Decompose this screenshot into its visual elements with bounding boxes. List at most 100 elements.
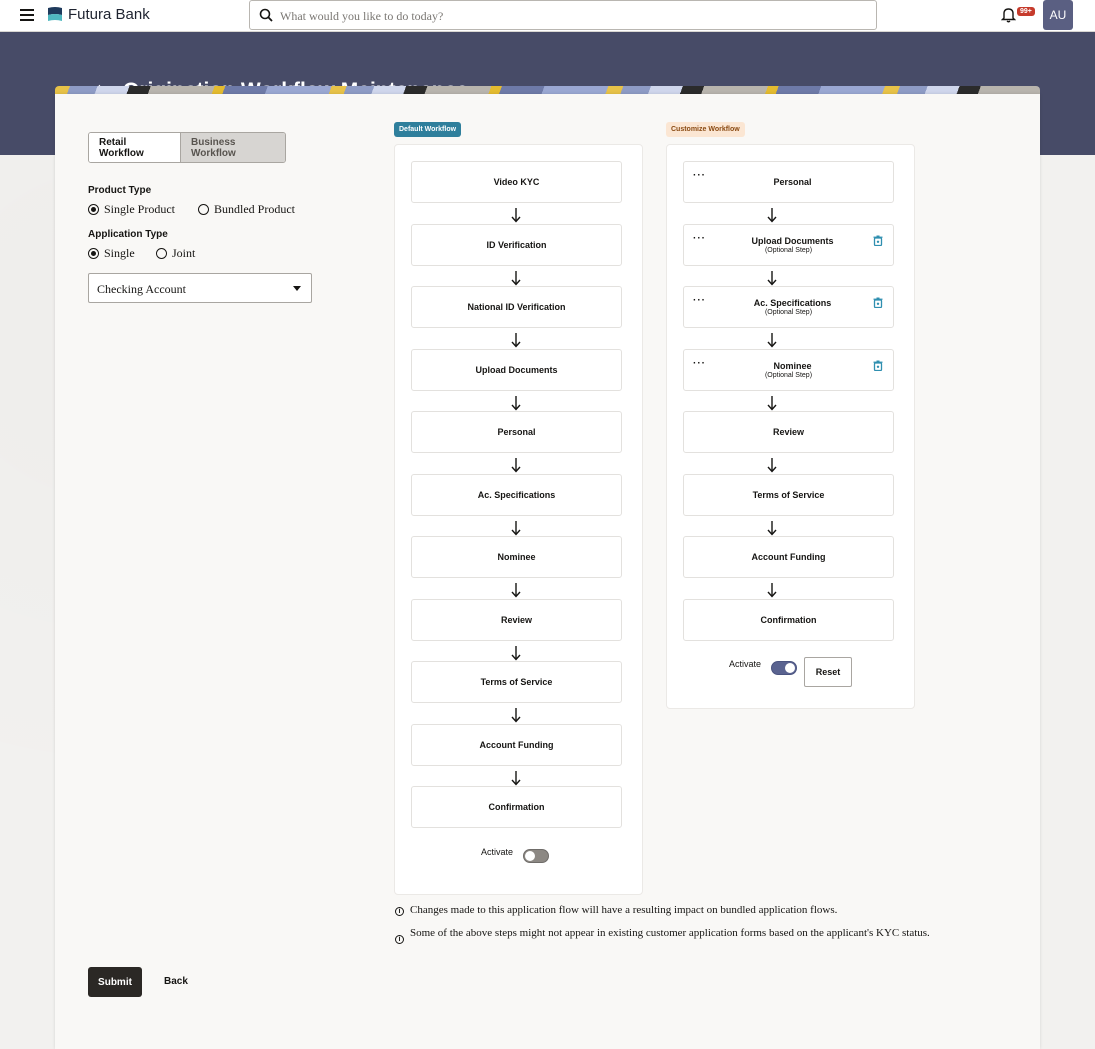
brand-name[interactable]: Futura Bank: [68, 6, 150, 23]
custom-step: Account Funding: [683, 536, 894, 578]
step-label: National ID Verification: [467, 302, 566, 312]
bank-logo-icon: [48, 7, 62, 21]
trash-icon[interactable]: [873, 360, 883, 371]
product-type-label: Product Type: [88, 185, 152, 196]
info-icon: i: [395, 907, 404, 916]
arrow-down-icon: [510, 520, 522, 536]
product-select-value: Checking Account: [97, 282, 186, 296]
activate-label: Activate: [481, 847, 514, 857]
arrow-down-icon: [510, 707, 522, 723]
default-step: Terms of Service: [411, 661, 622, 703]
custom-workflow-panel: Activate Reset ··· Personal ··· Upload Docu…: [666, 144, 915, 709]
trash-icon[interactable]: [873, 297, 883, 309]
drag-handle-icon[interactable]: ···: [693, 233, 706, 244]
default-step: Account Funding: [411, 723, 622, 766]
default-activate-toggle[interactable]: [523, 849, 549, 863]
step-label: Terms of Service: [752, 489, 825, 500]
radio-button[interactable]: [88, 248, 99, 259]
arrow-down-icon: [510, 582, 522, 598]
radio-bundled-product[interactable]: Bundled Product: [198, 202, 295, 217]
hamburger-menu-icon[interactable]: [20, 9, 34, 21]
submit-button[interactable]: Submit: [88, 967, 142, 997]
product-select[interactable]: Checking Account: [88, 273, 312, 303]
default-step: Nominee: [411, 536, 622, 578]
search-box[interactable]: [249, 0, 877, 30]
default-step: Video KYC: [411, 161, 622, 203]
arrow-down-icon: [766, 332, 778, 348]
tab-business-workflow[interactable]: Business Workflow: [180, 133, 285, 162]
step-label: Terms of Service: [480, 677, 553, 687]
note-text: Some of the above steps might not appear…: [410, 927, 930, 939]
step-label: Personal: [773, 177, 812, 187]
arrow-down-icon: [510, 770, 522, 786]
step-label: Nominee: [497, 552, 536, 562]
workflow-type-toggle: Retail Workflow Business Workflow: [88, 132, 286, 163]
radio-label: Single: [104, 246, 135, 260]
arrow-down-icon: [766, 582, 778, 598]
default-step: Confirmation: [411, 786, 622, 828]
custom-step[interactable]: ··· Ac. Specifications (Optional Step): [683, 286, 894, 328]
step-label: Confirmation: [488, 802, 545, 812]
optional-step-label: (Optional Step): [764, 246, 813, 254]
tab-retail-workflow[interactable]: Retail Workflow: [89, 133, 180, 162]
optional-step-label: (Optional Step): [764, 371, 813, 379]
custom-activate-toggle[interactable]: [771, 661, 797, 675]
step-label: Personal: [497, 427, 536, 437]
radio-button[interactable]: [198, 204, 209, 215]
drag-handle-icon[interactable]: ···: [693, 170, 706, 181]
radio-button[interactable]: [156, 248, 167, 259]
custom-step: Terms of Service: [683, 473, 894, 516]
step-label: Review: [500, 614, 533, 625]
main-card: Retail Workflow Business Workflow Produc…: [55, 94, 1040, 1049]
arrow-down-icon: [510, 395, 522, 411]
info-note: i Changes made to this application flow …: [395, 905, 970, 916]
activate-label: Activate: [729, 659, 762, 669]
radio-button[interactable]: [88, 204, 99, 215]
custom-step[interactable]: ··· Personal: [683, 161, 894, 203]
default-step: Review: [411, 598, 622, 641]
radio-label: Joint: [172, 246, 196, 260]
search-icon: [259, 8, 273, 22]
avatar[interactable]: AU: [1043, 0, 1073, 30]
info-icon: i: [395, 935, 404, 944]
reset-button[interactable]: Reset: [804, 657, 852, 687]
decorative-banner: [55, 86, 1040, 94]
arrow-down-icon: [766, 457, 778, 473]
notification-badge: 99+: [1017, 7, 1035, 16]
arrow-down-icon: [510, 207, 522, 223]
default-step: National ID Verification: [411, 286, 622, 328]
arrow-down-icon: [510, 332, 522, 348]
custom-step[interactable]: ··· Nominee (Optional Step): [683, 348, 894, 391]
step-label: Nominee: [773, 360, 812, 371]
step-label: Ac. Specifications: [477, 489, 556, 500]
drag-handle-icon[interactable]: ···: [693, 295, 706, 306]
step-label: Ac. Specifications: [753, 298, 832, 308]
back-button[interactable]: Back: [164, 976, 188, 987]
radio-label: Bundled Product: [214, 202, 295, 216]
custom-step[interactable]: ··· Upload Documents (Optional Step): [683, 223, 894, 266]
step-label: Review: [772, 427, 805, 437]
optional-step-label: (Optional Step): [764, 309, 813, 316]
step-label: Confirmation: [760, 614, 817, 625]
custom-step: Confirmation: [683, 598, 894, 641]
arrow-down-icon: [766, 207, 778, 223]
radio-single[interactable]: Single: [88, 246, 135, 261]
bell-icon[interactable]: [1001, 7, 1016, 23]
trash-icon[interactable]: [873, 235, 883, 246]
default-step: Personal: [411, 411, 622, 453]
top-bar: Futura Bank 99+ AU: [0, 0, 1095, 32]
application-type-label: Application Type: [88, 229, 168, 240]
info-note: i Some of the above steps might not appe…: [395, 928, 970, 944]
step-label: Video KYC: [493, 177, 540, 187]
step-label: Upload Documents: [751, 235, 834, 246]
radio-single-product[interactable]: Single Product: [88, 202, 175, 217]
default-step: Ac. Specifications: [411, 473, 622, 516]
drag-handle-icon[interactable]: ···: [693, 358, 706, 369]
arrow-down-icon: [766, 270, 778, 286]
default-workflow-tag: Default Workflow: [394, 122, 462, 137]
step-label: Upload Documents: [475, 364, 558, 375]
arrow-down-icon: [510, 270, 522, 286]
search-input[interactable]: [280, 5, 860, 27]
radio-joint[interactable]: Joint: [156, 246, 195, 261]
chevron-down-icon: [293, 286, 301, 291]
